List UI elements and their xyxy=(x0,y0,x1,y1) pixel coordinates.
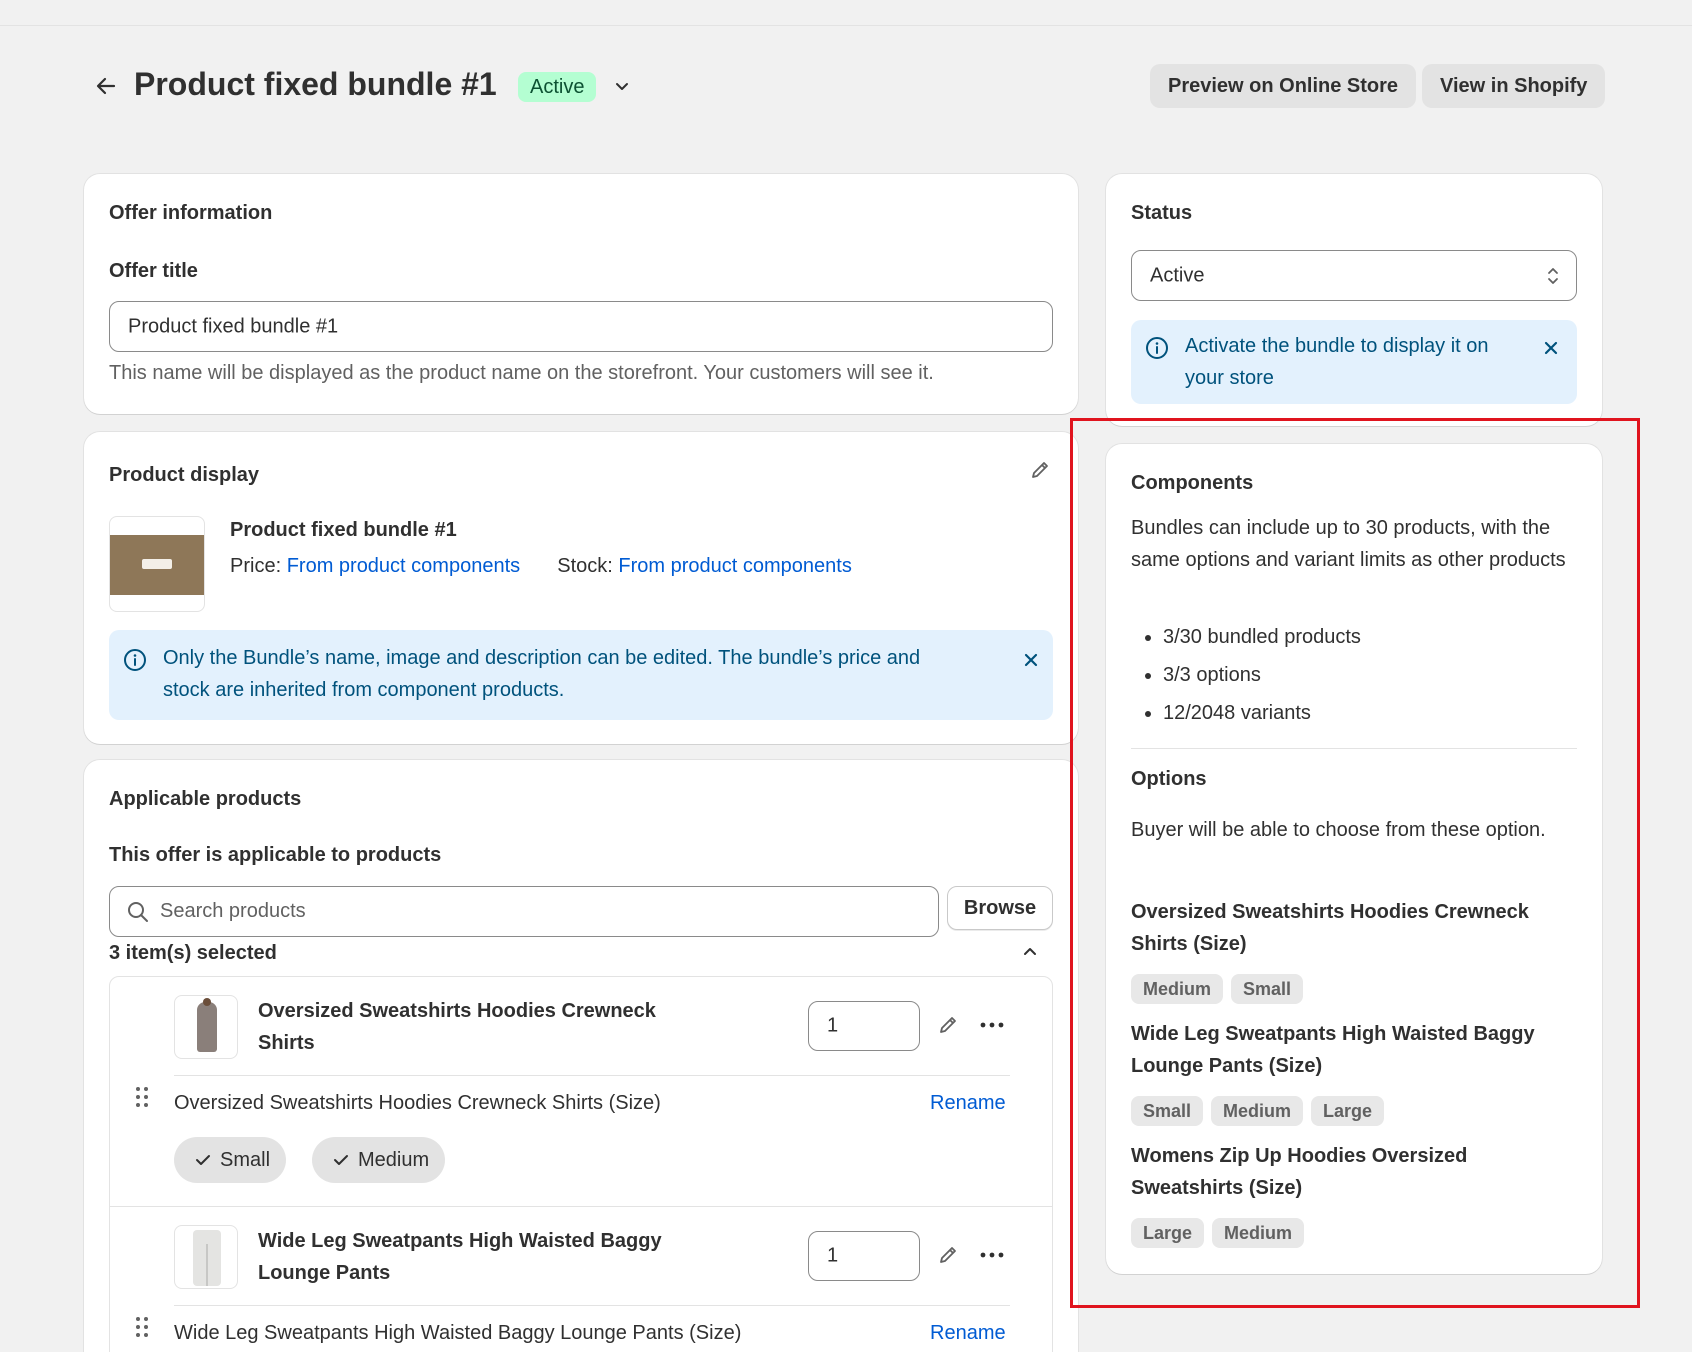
select-arrows-icon xyxy=(1548,268,1558,284)
card-title: Product display xyxy=(109,464,260,486)
card-title: Status xyxy=(1131,202,1193,224)
banner-text: Activate the bundle to display it on you… xyxy=(1185,335,1489,389)
back-arrow-icon[interactable] xyxy=(90,70,122,102)
more-actions-icon[interactable] xyxy=(976,1009,1008,1041)
options-description: Buyer will be able to choose from these … xyxy=(1131,819,1546,841)
offer-title-label: Offer title xyxy=(109,260,198,282)
quantity-value: 1 xyxy=(827,1244,839,1267)
info-banner: Only the Bundle’s name, image and descri… xyxy=(109,630,1053,720)
option-values: Small Medium Large xyxy=(1131,1096,1392,1126)
page-title: Product fixed bundle #1 xyxy=(134,66,497,102)
drag-handle-icon[interactable] xyxy=(126,1311,158,1343)
option-values: Large Medium xyxy=(1131,1218,1312,1248)
quantity-input[interactable]: 1 xyxy=(808,1231,920,1281)
chevron-up-icon[interactable] xyxy=(1014,936,1046,968)
price-label: Price: xyxy=(230,555,282,577)
components-card: Components Bundles can include up to 30 … xyxy=(1106,444,1602,1274)
list-item: Oversized Sweatshirts Hoodies Crewneck S… xyxy=(110,977,1052,1207)
option-group-title: Womens Zip Up Hoodies Oversized Sweatshi… xyxy=(1131,1145,1468,1199)
components-description: Bundles can include up to 30 products, w… xyxy=(1131,517,1566,571)
selected-items-list: Oversized Sweatshirts Hoodies Crewneck S… xyxy=(109,976,1053,1352)
option-value-pill: Small xyxy=(1131,1096,1204,1126)
option-value-pill: Large xyxy=(1131,1218,1205,1248)
quantity-value: 1 xyxy=(827,1014,839,1037)
divider xyxy=(174,1305,1010,1306)
divider xyxy=(1131,748,1577,749)
bundle-product-name: Product fixed bundle #1 xyxy=(230,519,457,541)
rename-link[interactable]: Rename xyxy=(930,1087,1006,1119)
components-stats: 3/30 bundled products 3/3 options 12/204… xyxy=(1131,618,1361,732)
activate-banner: Activate the bundle to display it on you… xyxy=(1131,320,1577,404)
checkmark-icon xyxy=(196,1155,210,1165)
bundle-image xyxy=(109,516,205,612)
search-icon xyxy=(128,902,148,922)
browse-label: Browse xyxy=(963,897,1037,919)
banner-text: Only the Bundle’s name, image and descri… xyxy=(163,647,921,701)
search-placeholder: Search products xyxy=(160,900,306,922)
status-badge: Active xyxy=(518,72,597,102)
price-link[interactable]: From product components xyxy=(287,555,520,577)
option-values: Medium Small xyxy=(1131,974,1311,1004)
price-stock-line: Price: From product components Stock: Fr… xyxy=(230,550,852,582)
list-item: Wide Leg Sweatpants High Waisted Baggy L… xyxy=(110,1207,1052,1352)
search-products-input[interactable]: Search products xyxy=(109,886,939,937)
info-icon xyxy=(1145,336,1169,360)
options-title: Options xyxy=(1131,768,1207,790)
stock-label: Stock: xyxy=(557,555,613,577)
option-group-title: Wide Leg Sweatpants High Waisted Baggy L… xyxy=(1131,1023,1535,1077)
status-card: Status Active Activate the bundle to dis… xyxy=(1106,174,1602,426)
pencil-icon[interactable] xyxy=(1024,454,1056,486)
chevron-down-icon[interactable] xyxy=(606,70,638,102)
product-thumbnail xyxy=(174,995,238,1059)
stat-variants: 12/2048 variants xyxy=(1163,694,1361,732)
status-select-value: Active xyxy=(1150,264,1205,286)
status-select[interactable]: Active xyxy=(1131,250,1577,301)
pencil-icon[interactable] xyxy=(932,1009,964,1041)
close-icon[interactable] xyxy=(1019,648,1043,672)
option-group-title: Oversized Sweatshirts Hoodies Crewneck S… xyxy=(1131,901,1529,955)
stat-options: 3/3 options xyxy=(1163,656,1361,694)
drag-handle-icon[interactable] xyxy=(126,1081,158,1113)
choice-label: Medium xyxy=(358,1149,430,1171)
option-title: Wide Leg Sweatpants High Waisted Baggy L… xyxy=(174,1322,742,1344)
checkmark-icon xyxy=(334,1155,348,1165)
item-name: Oversized Sweatshirts Hoodies Crewneck S… xyxy=(258,1000,656,1054)
close-icon[interactable] xyxy=(1539,336,1563,360)
offer-information-card: Offer information Offer title Product fi… xyxy=(84,174,1078,414)
option-value-pill: Large xyxy=(1311,1096,1385,1126)
view-in-shopify-button[interactable]: View in Shopify xyxy=(1422,64,1606,108)
card-title: Applicable products xyxy=(109,788,302,810)
card-title: Components xyxy=(1131,472,1254,494)
page-header: Product fixed bundle #1 Active Preview o… xyxy=(84,60,1606,112)
option-value-pill: Small xyxy=(1231,974,1304,1004)
offer-title-value: Product fixed bundle #1 xyxy=(128,315,339,337)
card-title: Offer information xyxy=(109,202,273,224)
option-value-pill: Medium xyxy=(1211,1096,1304,1126)
applicable-subtitle: This offer is applicable to products xyxy=(109,844,442,866)
divider xyxy=(174,1075,1010,1076)
stat-bundled-products: 3/30 bundled products xyxy=(1163,618,1361,656)
quantity-input[interactable]: 1 xyxy=(808,1001,920,1051)
item-name: Wide Leg Sweatpants High Waisted Baggy L… xyxy=(258,1230,662,1284)
selected-count: 3 item(s) selected xyxy=(109,942,277,964)
option-value-pill: Medium xyxy=(1131,974,1224,1004)
top-bar xyxy=(0,0,1692,26)
product-thumbnail xyxy=(174,1225,238,1289)
rename-link[interactable]: Rename xyxy=(930,1317,1006,1349)
preview-online-store-button[interactable]: Preview on Online Store xyxy=(1150,64,1417,108)
product-display-card: Product display Product fixed bundle #1 … xyxy=(84,432,1078,744)
more-actions-icon[interactable] xyxy=(976,1239,1008,1271)
option-choice-medium[interactable]: Medium xyxy=(312,1137,446,1183)
pencil-icon[interactable] xyxy=(932,1239,964,1271)
offer-title-input[interactable]: Product fixed bundle #1 xyxy=(109,301,1053,352)
option-value-pill: Medium xyxy=(1212,1218,1305,1248)
info-icon xyxy=(123,648,147,672)
option-choice-small[interactable]: Small xyxy=(174,1137,287,1183)
stock-link[interactable]: From product components xyxy=(618,555,851,577)
applicable-products-card: Applicable products This offer is applic… xyxy=(84,760,1078,1352)
choice-label: Small xyxy=(220,1149,271,1171)
offer-title-help-text: This name will be displayed as the produ… xyxy=(109,362,934,384)
option-title: Oversized Sweatshirts Hoodies Crewneck S… xyxy=(174,1092,661,1114)
browse-button[interactable]: Browse xyxy=(947,886,1053,930)
